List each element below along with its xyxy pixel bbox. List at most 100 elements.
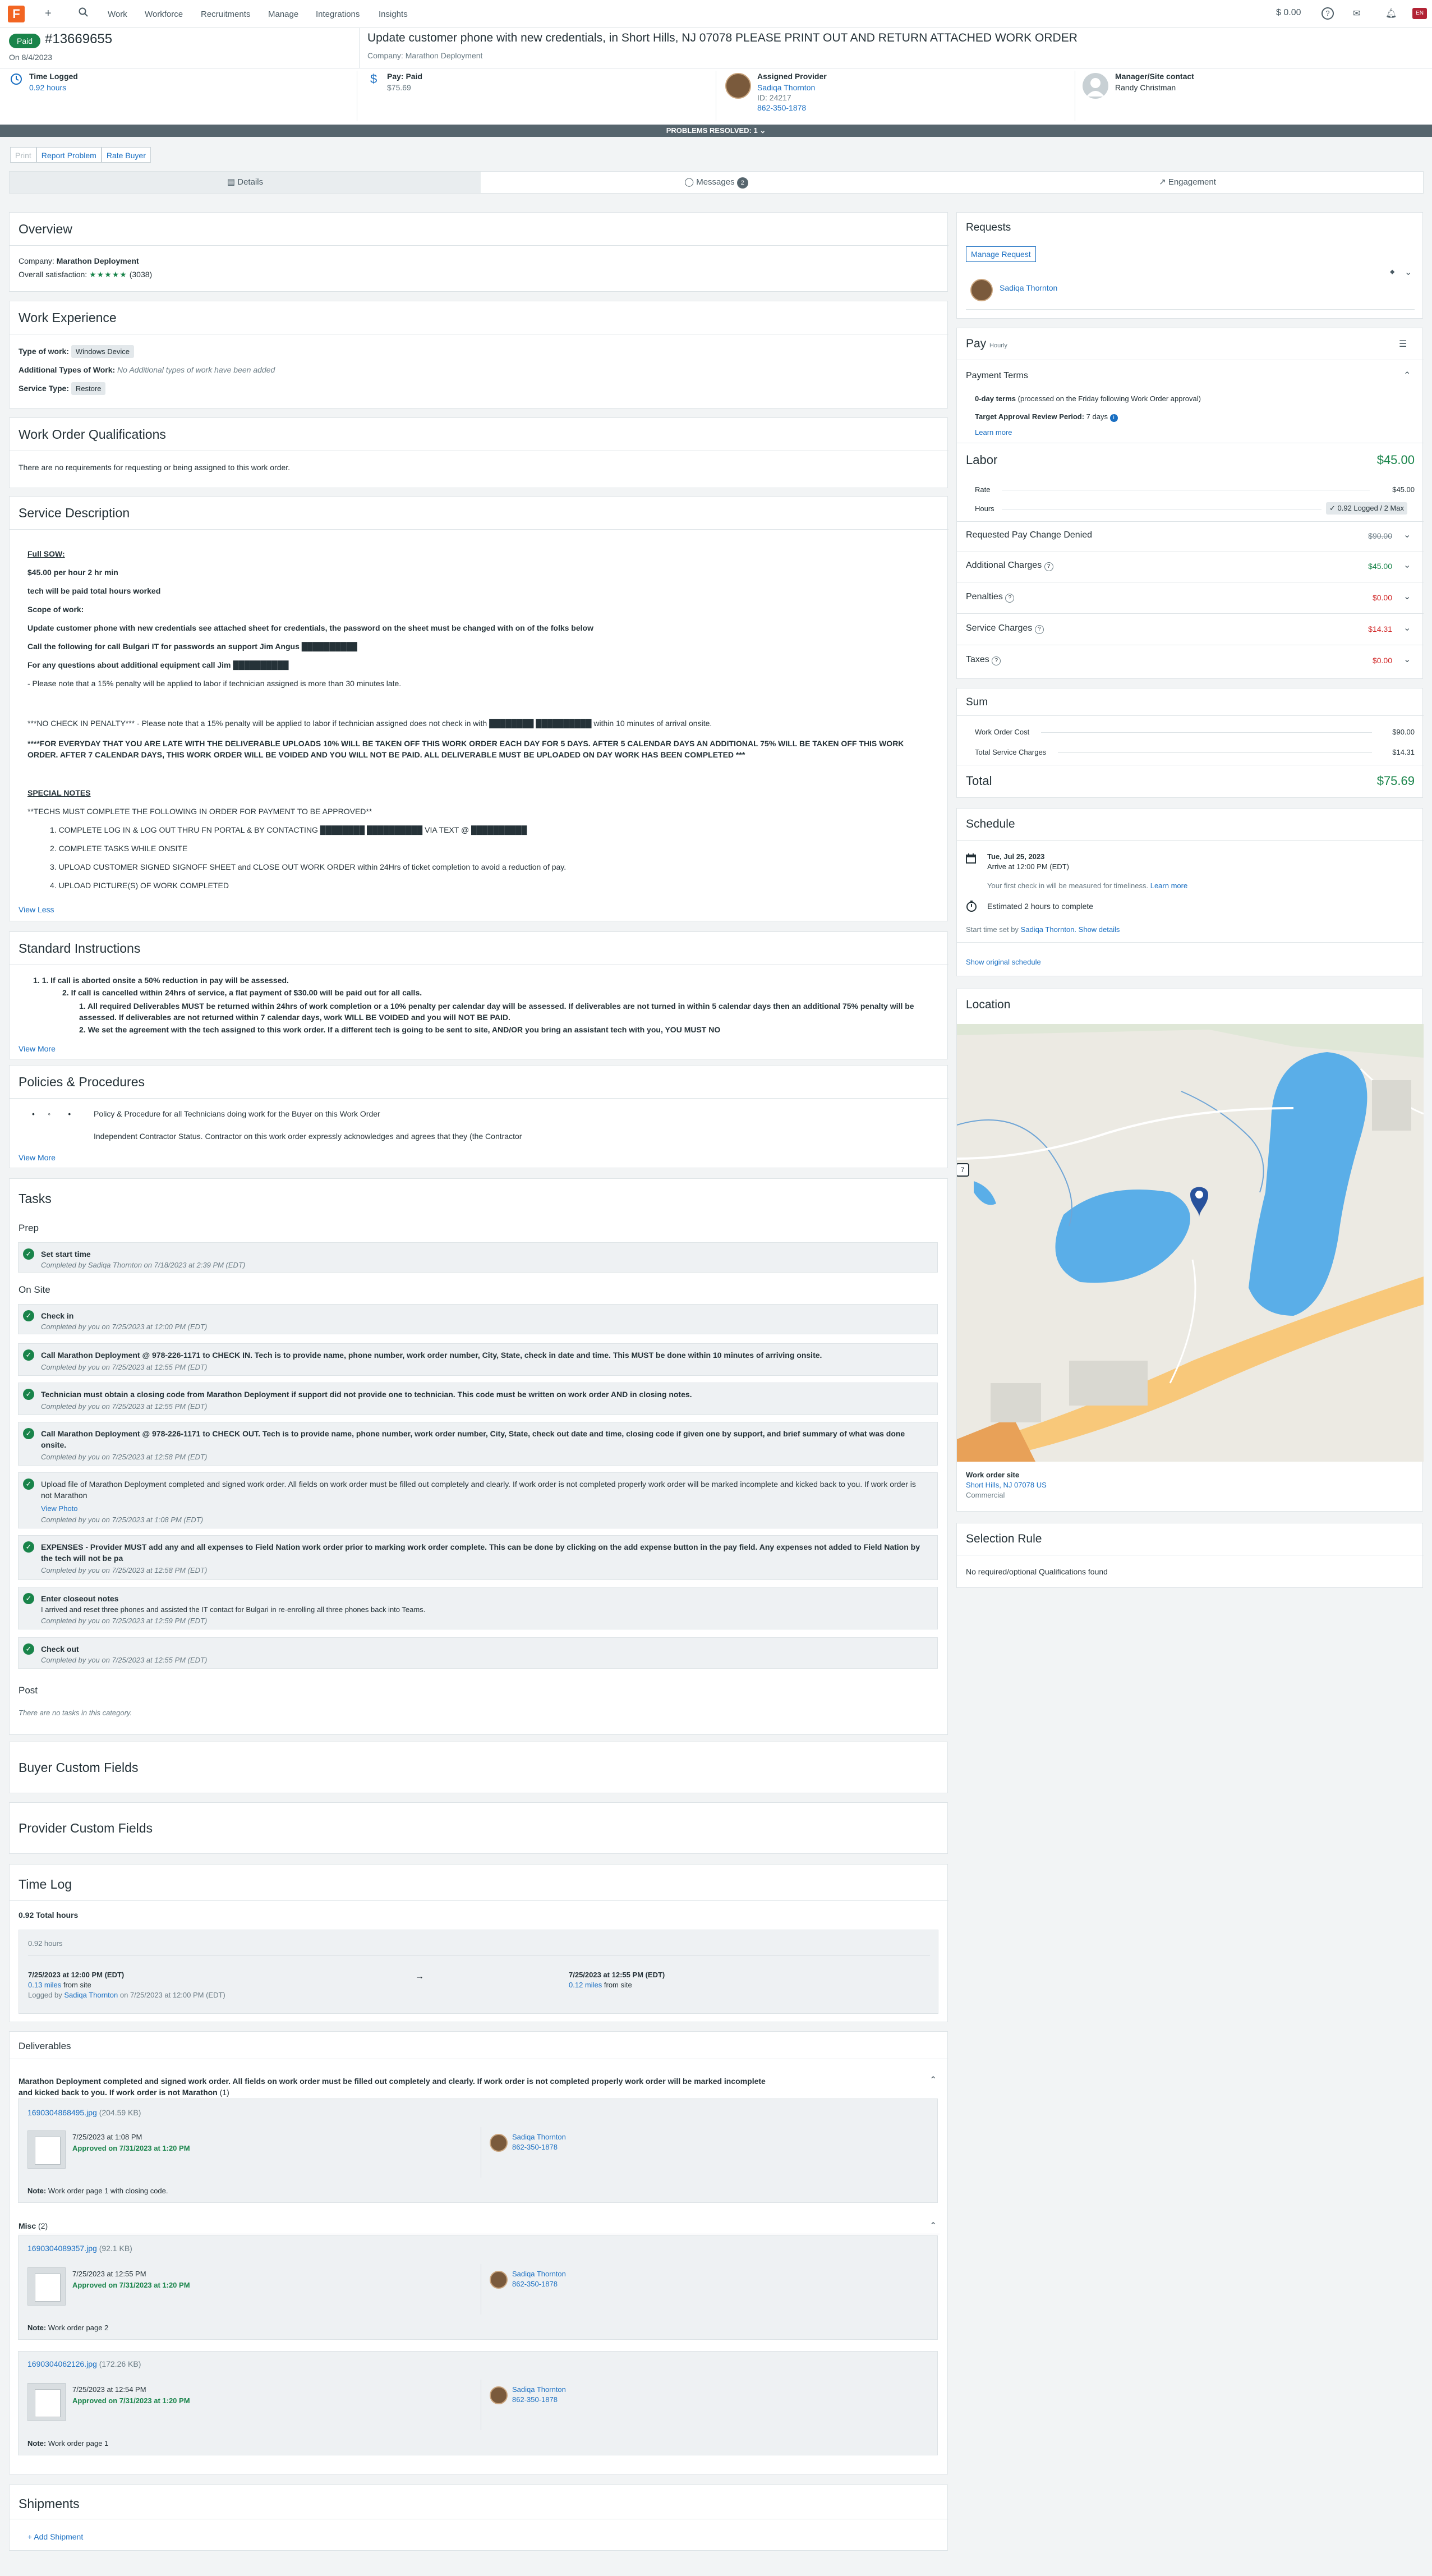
chevron-down-icon[interactable]: ⌄ bbox=[1403, 622, 1411, 633]
chevron-down-icon[interactable]: ⌄ bbox=[1403, 529, 1411, 540]
penalties-label[interactable]: Penalties ? bbox=[966, 592, 1015, 603]
service-charges-label[interactable]: Service Charges ? bbox=[966, 623, 1044, 634]
view-more-link[interactable]: View More bbox=[19, 1044, 56, 1053]
requested-change-label[interactable]: Requested Pay Change Denied bbox=[966, 530, 1092, 540]
task-item[interactable]: ✓ Enter closeout notes I arrived and res… bbox=[18, 1587, 938, 1629]
chevron-down-icon[interactable]: ⌄ bbox=[1403, 654, 1411, 665]
start-distance-value[interactable]: 0.13 miles bbox=[28, 1981, 61, 1989]
print-button[interactable]: Print bbox=[10, 147, 36, 163]
action-buttons: Print Report Problem Rate Buyer bbox=[10, 147, 151, 163]
uploader-name[interactable]: Sadiqa Thornton bbox=[512, 2270, 566, 2278]
task-item[interactable]: ✓ Set start time Completed by Sadiqa Tho… bbox=[18, 1242, 938, 1273]
divider bbox=[10, 529, 948, 530]
start-set-by-name[interactable]: Sadiqa Thornton. bbox=[1021, 925, 1077, 934]
entry-start: 7/25/2023 at 12:00 PM (EDT) bbox=[28, 1971, 125, 1979]
chevron-down-icon[interactable]: ⌄ bbox=[1403, 559, 1411, 571]
nav-integrations[interactable]: Integrations bbox=[316, 10, 360, 19]
chevron-down-icon[interactable]: ⌄ bbox=[1405, 267, 1412, 278]
uploader-phone[interactable]: 862-350-1878 bbox=[512, 2395, 558, 2404]
payment-terms-label[interactable]: Payment Terms bbox=[966, 371, 1028, 381]
file-thumbnail[interactable] bbox=[27, 2130, 66, 2169]
location-map[interactable]: 7 bbox=[957, 1024, 1424, 1462]
provider-avatar[interactable] bbox=[725, 73, 751, 99]
rate-buyer-button[interactable]: Rate Buyer bbox=[101, 147, 151, 163]
flag-icon[interactable]: EN bbox=[1412, 8, 1427, 19]
additional-charges-label[interactable]: Additional Charges ? bbox=[966, 561, 1053, 571]
tab-messages[interactable]: ◯ Messages 2 bbox=[481, 172, 952, 193]
schedule-date: Tue, Jul 25, 2023 bbox=[987, 852, 1045, 861]
manage-request-button[interactable]: Manage Request bbox=[966, 246, 1036, 262]
uploader-name[interactable]: Sadiqa Thornton bbox=[512, 2385, 566, 2394]
requester-name[interactable]: Sadiqa Thornton bbox=[1000, 283, 1057, 292]
nav-manage[interactable]: Manage bbox=[268, 10, 298, 19]
end-distance-value[interactable]: 0.12 miles bbox=[569, 1981, 602, 1989]
view-photo-link[interactable]: View Photo bbox=[41, 1504, 78, 1513]
task-item[interactable]: ✓ Call Marathon Deployment @ 978-226-117… bbox=[18, 1343, 938, 1376]
provider-name[interactable]: Sadiqa Thornton bbox=[757, 83, 827, 92]
site-address[interactable]: Short Hills, NJ 07078 US bbox=[966, 1481, 1047, 1489]
file-thumbnail[interactable] bbox=[27, 2383, 66, 2421]
nav-recruitments[interactable]: Recruitments bbox=[201, 10, 250, 19]
task-item[interactable]: ✓ Upload file of Marathon Deployment com… bbox=[18, 1472, 938, 1528]
balance[interactable]: $ 0.00 bbox=[1276, 8, 1301, 18]
learn-more-link[interactable]: Learn more bbox=[1150, 881, 1187, 890]
file-thumbnail[interactable] bbox=[27, 2267, 66, 2306]
view-less-link[interactable]: View Less bbox=[19, 905, 54, 914]
help-icon[interactable]: ? bbox=[1044, 562, 1053, 571]
list-icon[interactable]: ☰ bbox=[1399, 338, 1407, 350]
task-item[interactable]: ✓ Check in Completed by you on 7/25/2023… bbox=[18, 1304, 938, 1334]
nav-insights[interactable]: Insights bbox=[379, 10, 408, 19]
time-logged-value[interactable]: 0.92 hours bbox=[29, 83, 78, 92]
sow-step: 4. UPLOAD PICTURE(S) OF WORK COMPLETED bbox=[50, 881, 229, 890]
task-item[interactable]: ✓ Technician must obtain a closing code … bbox=[18, 1383, 938, 1415]
task-item[interactable]: ✓ Call Marathon Deployment @ 978-226-117… bbox=[18, 1422, 938, 1466]
add-shipment-button[interactable]: + Add Shipment bbox=[27, 2532, 83, 2541]
file-name[interactable]: 1690304062126.jpg (172.26 KB) bbox=[27, 2359, 141, 2368]
star-icon[interactable]: ⬥ bbox=[1390, 268, 1394, 276]
uploader-phone[interactable]: 862-350-1878 bbox=[512, 2280, 558, 2288]
review-value: 7 days bbox=[1086, 412, 1108, 421]
task-item[interactable]: ✓ Check out Completed by you on 7/25/202… bbox=[18, 1637, 938, 1669]
bell-icon[interactable]: 🔔︎ bbox=[1385, 8, 1397, 19]
dotted-leader bbox=[1041, 732, 1372, 733]
view-more-link[interactable]: View More bbox=[19, 1153, 56, 1162]
provider-phone[interactable]: 862-350-1878 bbox=[757, 103, 827, 112]
service-type: Service Type: Restore bbox=[19, 382, 106, 395]
tab-engagement[interactable]: ↗ Engagement bbox=[952, 172, 1423, 193]
nav-work[interactable]: Work bbox=[108, 10, 127, 19]
chevron-down-icon[interactable]: ⌄ bbox=[1403, 591, 1411, 602]
help-icon[interactable]: ? bbox=[1005, 594, 1015, 603]
help-icon[interactable]: ? bbox=[1322, 7, 1334, 20]
info-icon[interactable]: i bbox=[1109, 414, 1118, 422]
show-original-schedule-link[interactable]: Show original schedule bbox=[966, 958, 1041, 966]
check-circle-icon: ✓ bbox=[23, 1310, 34, 1321]
problems-resolved-banner[interactable]: PROBLEMS RESOLVED: 1 ⌄ bbox=[0, 125, 1432, 137]
uploader-name[interactable]: Sadiqa Thornton bbox=[512, 2133, 566, 2141]
taxes-label[interactable]: Taxes ? bbox=[966, 655, 1001, 665]
logged-by-name[interactable]: Sadiqa Thornton bbox=[64, 1991, 118, 1999]
learn-more-link[interactable]: Learn more bbox=[975, 428, 1012, 437]
fieldnation-logo[interactable]: F bbox=[8, 6, 25, 22]
sow-line: **TECHS MUST COMPLETE THE FOLLOWING IN O… bbox=[27, 807, 372, 816]
nav-workforce[interactable]: Workforce bbox=[145, 10, 183, 19]
task-item[interactable]: ✓ EXPENSES - Provider MUST add any and a… bbox=[18, 1535, 938, 1580]
status-badge: Paid bbox=[9, 34, 41, 48]
show-details-link[interactable]: Show details bbox=[1079, 925, 1120, 934]
search-icon[interactable] bbox=[79, 7, 89, 21]
chevron-up-icon[interactable]: ⌃ bbox=[929, 2220, 937, 2231]
file-name[interactable]: 1690304089357.jpg (92.1 KB) bbox=[27, 2244, 132, 2253]
file-name[interactable]: 1690304868495.jpg (204.59 KB) bbox=[27, 2108, 141, 2117]
sow-line: - Please note that a 15% penalty will be… bbox=[27, 679, 402, 688]
inbox-icon[interactable]: ✉ bbox=[1353, 8, 1360, 19]
chevron-up-icon[interactable]: ⌃ bbox=[1403, 370, 1411, 381]
uploader-phone[interactable]: 862-350-1878 bbox=[512, 2143, 558, 2151]
report-problem-button[interactable]: Report Problem bbox=[36, 147, 102, 163]
entry-logged-by: Logged by Sadiqa Thornton on 7/25/2023 a… bbox=[28, 1991, 225, 1999]
help-icon[interactable]: ? bbox=[1034, 625, 1044, 634]
chevron-up-icon[interactable]: ⌃ bbox=[929, 2074, 937, 2086]
note-text: Work order page 1 with closing code. bbox=[48, 2187, 168, 2195]
plus-icon[interactable]: + bbox=[45, 7, 52, 20]
help-icon[interactable]: ? bbox=[992, 656, 1001, 665]
tab-details[interactable]: ▤ Details bbox=[10, 172, 481, 193]
review-count[interactable]: (3038) bbox=[130, 270, 152, 279]
